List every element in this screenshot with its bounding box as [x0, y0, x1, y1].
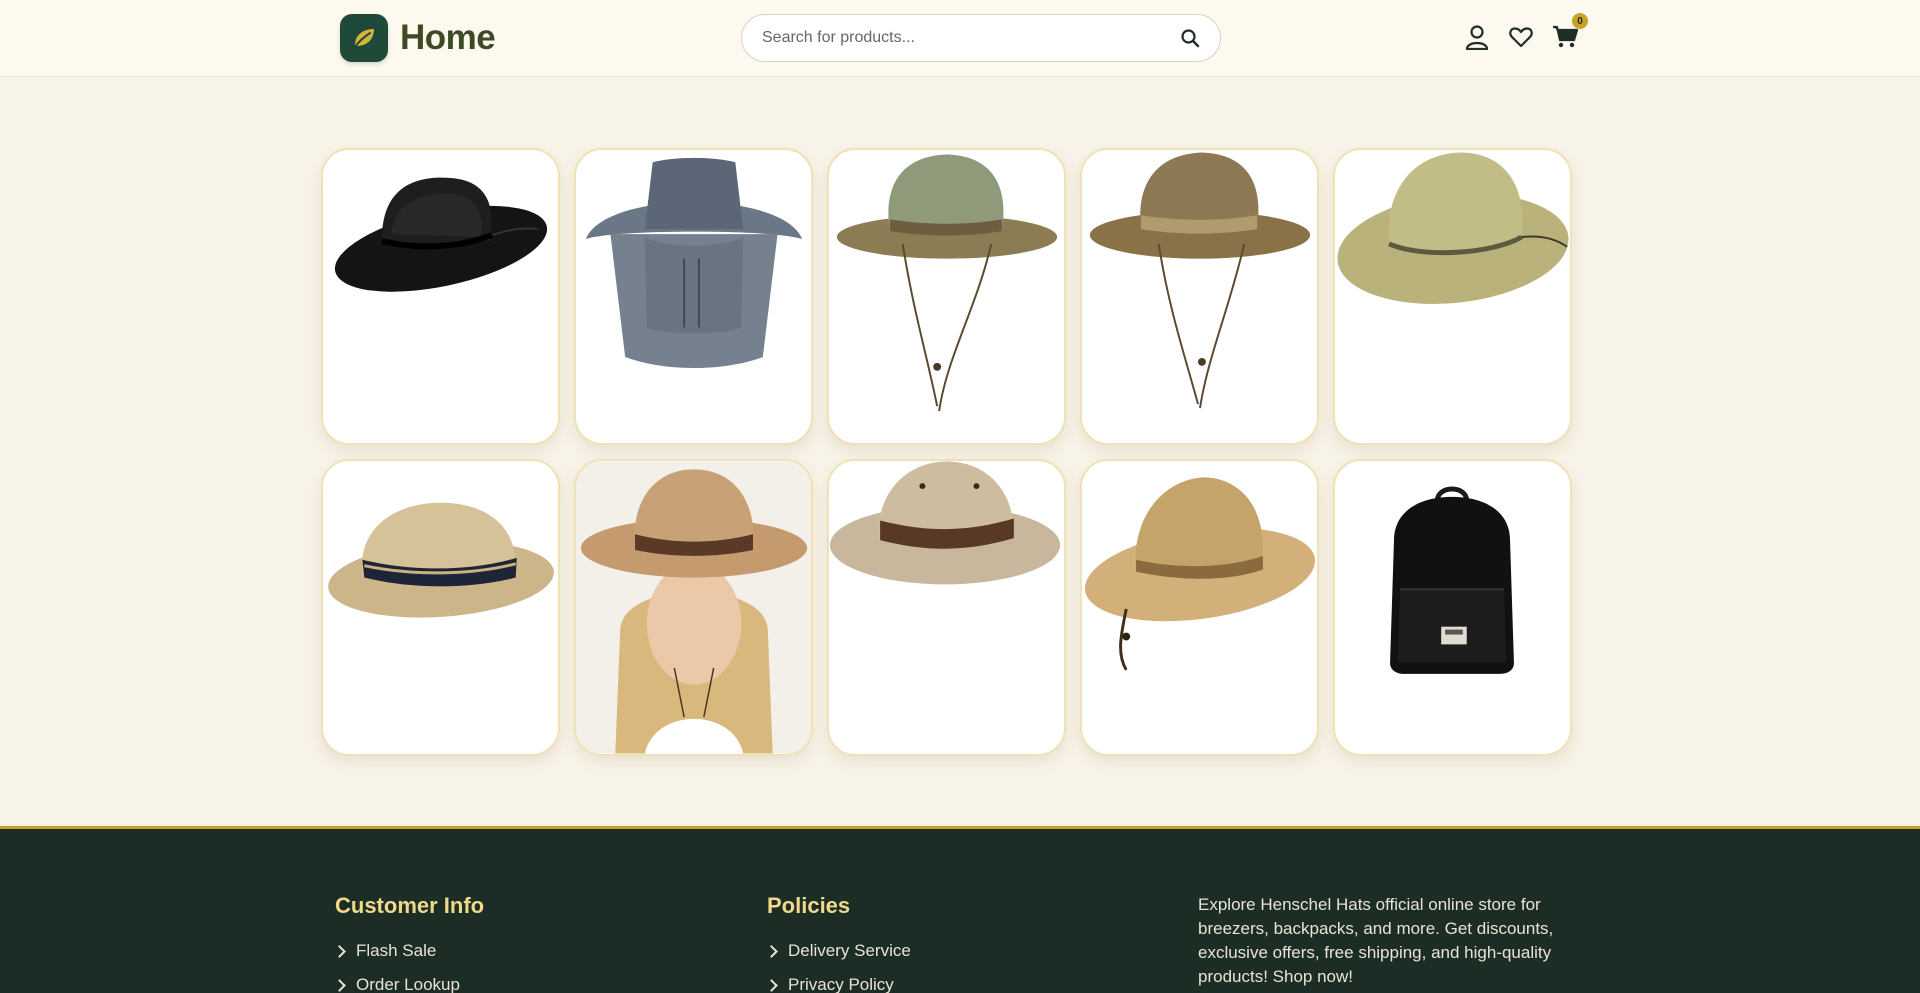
logo-home-link[interactable]: Home [340, 14, 496, 62]
product-card[interactable] [574, 148, 813, 445]
footer-link-flash-sale[interactable]: Flash Sale [333, 937, 484, 965]
cart-count-badge: 0 [1572, 13, 1588, 29]
product-card[interactable] [574, 459, 813, 756]
wishlist-heart-icon[interactable] [1508, 22, 1534, 52]
policies-column: Policies Delivery Service Privacy Policy [765, 893, 911, 993]
chevron-right-icon [333, 944, 346, 958]
chevron-right-icon [765, 944, 778, 958]
tan-mesh-breezer-hat-icon [1084, 477, 1316, 671]
customer-info-heading: Customer Info [335, 893, 485, 918]
khaki-safari-hat-icon [829, 461, 1061, 585]
search-icon[interactable] [1178, 26, 1202, 50]
product-grid [321, 148, 1572, 756]
footer-link-privacy-policy[interactable]: Privacy Policy [765, 971, 911, 993]
site-footer: Customer Info Flash Sale Order Lookup Po… [0, 826, 1920, 993]
product-card[interactable] [1080, 459, 1319, 756]
footer-description: Explore Henschel Hats official online st… [1198, 895, 1554, 986]
leaf-logo-icon [340, 14, 388, 62]
search-input[interactable] [762, 29, 1178, 47]
chevron-right-icon [333, 978, 346, 992]
header-actions: 0 [1464, 13, 1588, 52]
product-card[interactable] [1333, 459, 1572, 756]
green-mesh-drawstring-hat-icon [836, 154, 1058, 412]
chevron-right-icon [765, 978, 778, 992]
black-backpack-icon [1390, 486, 1514, 674]
product-card[interactable] [1080, 148, 1319, 445]
user-account-icon[interactable] [1464, 22, 1490, 52]
gray-neck-flap-hat-icon [585, 157, 803, 369]
footer-link-order-lookup[interactable]: Order Lookup [333, 971, 484, 993]
footer-link-delivery-service[interactable]: Delivery Service [765, 937, 911, 965]
search-bar [741, 14, 1221, 62]
cart-icon[interactable]: 0 [1552, 13, 1588, 52]
product-card[interactable] [827, 459, 1066, 756]
site-header: Home 0 [0, 0, 1920, 77]
customer-info-column: Customer Info Flash Sale Order Lookup [333, 893, 485, 993]
logo-text: Home [400, 18, 496, 57]
black-mesh-hat-icon [334, 177, 548, 292]
product-card[interactable] [827, 148, 1066, 445]
woman-straw-sun-hat-icon [576, 461, 811, 754]
product-card[interactable] [321, 459, 560, 756]
brown-mesh-drawstring-hat-icon [1089, 152, 1311, 409]
product-card[interactable] [1333, 148, 1572, 445]
olive-mesh-wide-brim-hat-icon [1337, 152, 1569, 304]
product-card[interactable] [321, 148, 560, 445]
straw-fedora-navy-band-icon [328, 502, 554, 618]
policies-heading: Policies [767, 893, 851, 918]
